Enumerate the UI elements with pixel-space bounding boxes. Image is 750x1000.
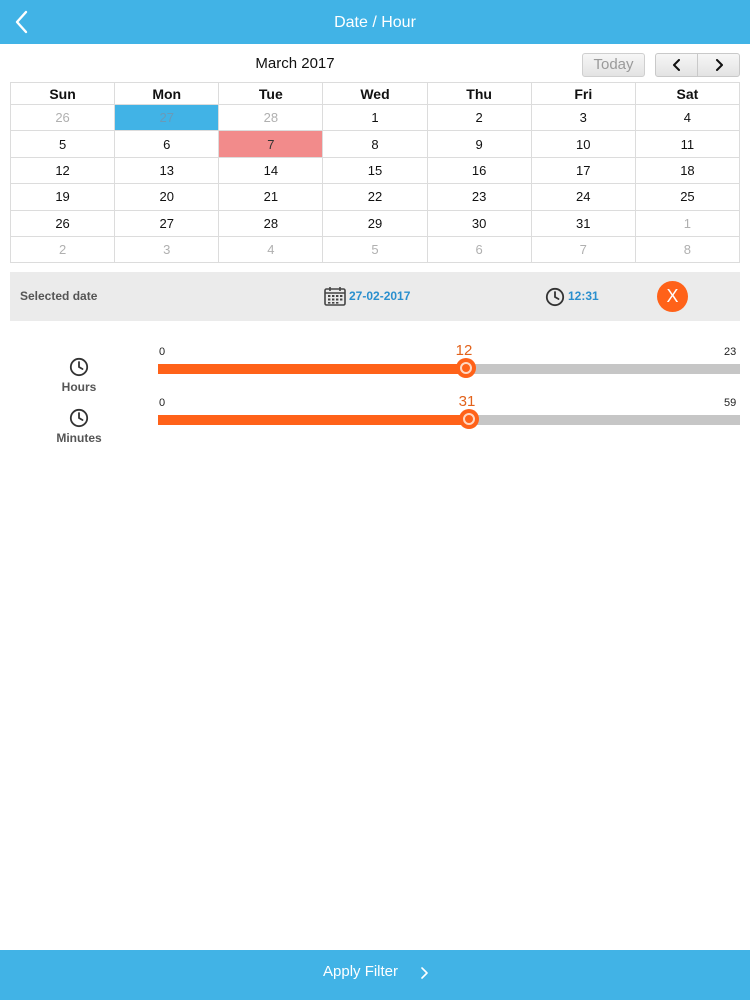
calendar-day[interactable]: 18 (634, 156, 741, 185)
calendar-day[interactable]: 14 (218, 156, 324, 185)
calendar-day[interactable]: 13 (114, 156, 220, 185)
calendar-day[interactable]: 29 (322, 209, 428, 237)
calendar-day-selected[interactable]: 27 (114, 103, 220, 132)
calendar-day[interactable]: 3 (530, 103, 636, 132)
calendar-day[interactable]: 25 (634, 183, 741, 211)
calendar-day[interactable]: 7 (530, 235, 636, 264)
calendar-day[interactable]: 6 (426, 235, 532, 264)
calendar-day[interactable]: 19 (9, 183, 116, 211)
calendar-day[interactable]: 22 (322, 183, 428, 211)
hours-label: Hours (61, 380, 97, 394)
clock-icon (69, 357, 89, 382)
calendar-day[interactable]: 26 (9, 209, 116, 237)
calendar-day[interactable]: 26 (9, 103, 116, 132)
minutes-label: Minutes (56, 431, 102, 445)
calendar-day[interactable]: 5 (9, 130, 116, 158)
month-navigation (655, 53, 740, 77)
calendar-day[interactable]: 2 (426, 103, 532, 132)
weekday-thu: Thu (426, 82, 532, 105)
hours-slider-thumb[interactable] (456, 358, 476, 378)
calendar-day[interactable]: 23 (426, 183, 532, 211)
clock-icon (69, 408, 89, 433)
hours-min-label: 0 (159, 346, 166, 358)
minutes-slider[interactable] (158, 409, 740, 429)
calendar-day[interactable]: 1 (322, 103, 428, 132)
calendar-day[interactable]: 20 (114, 183, 220, 211)
previous-month-button[interactable] (656, 54, 698, 76)
apply-filter-button[interactable]: Apply Filter (0, 950, 750, 1000)
calendar-grid: Sun Mon Tue Wed Thu Fri Sat 26 27 28 1 2… (9, 82, 741, 264)
calendar-day[interactable]: 24 (530, 183, 636, 211)
minutes-slider-fill (158, 415, 469, 425)
calendar-day[interactable]: 8 (322, 130, 428, 158)
selected-date-label: Selected date (20, 289, 98, 303)
hours-slider-fill (158, 364, 466, 374)
hours-max-label: 23 (724, 346, 737, 358)
hours-slider[interactable] (158, 358, 740, 378)
calendar-week-row: 19 20 21 22 23 24 25 (9, 183, 741, 211)
today-button[interactable]: Today (582, 53, 645, 77)
calendar-day[interactable]: 2 (9, 235, 116, 264)
calendar-day[interactable]: 4 (634, 103, 741, 132)
weekday-mon: Mon (114, 82, 220, 105)
calendar-week-row: 5 6 7 8 9 10 11 (9, 130, 741, 158)
selected-date-value: 27-02-2017 (349, 289, 411, 303)
calendar-day[interactable]: 3 (114, 235, 220, 264)
calendar-day[interactable]: 6 (114, 130, 220, 158)
selected-date-bar: Selected date 27-02-2017 12:31 X (10, 272, 740, 321)
calendar-day[interactable]: 31 (530, 209, 636, 237)
calendar-day[interactable]: 4 (218, 235, 324, 264)
chevron-right-icon (419, 966, 429, 984)
calendar-week-row: 12 13 14 15 16 17 18 (9, 156, 741, 185)
clock-icon (545, 287, 565, 312)
calendar-week-row: 26 27 28 1 2 3 4 (9, 103, 741, 132)
hours-value-label: 12 (455, 342, 473, 359)
minutes-slider-thumb[interactable] (459, 409, 479, 429)
weekday-tue: Tue (218, 82, 324, 105)
minutes-min-label: 0 (159, 397, 166, 409)
minutes-value-label: 31 (458, 393, 476, 410)
calendar-day[interactable]: 10 (530, 130, 636, 158)
calendar-day[interactable]: 17 (530, 156, 636, 185)
chevron-left-icon (673, 59, 680, 71)
calendar-day[interactable]: 5 (322, 235, 428, 264)
page-title: Date / Hour (334, 14, 416, 31)
calendar-week-row: 2 3 4 5 6 7 8 (9, 235, 741, 264)
minutes-max-label: 59 (724, 397, 737, 409)
calendar-week-row: 26 27 28 29 30 31 1 (9, 209, 741, 237)
calendar-day[interactable]: 30 (426, 209, 532, 237)
weekday-fri: Fri (530, 82, 636, 105)
calendar-day[interactable]: 21 (218, 183, 324, 211)
calendar-day[interactable]: 16 (426, 156, 532, 185)
calendar-day[interactable]: 12 (9, 156, 116, 185)
calendar-day[interactable]: 8 (634, 235, 741, 264)
calendar-day-today[interactable]: 7 (218, 130, 324, 158)
clear-selection-button[interactable]: X (657, 281, 688, 312)
weekday-wed: Wed (322, 82, 428, 105)
weekday-sun: Sun (9, 82, 116, 105)
selected-time-value: 12:31 (568, 289, 599, 303)
calendar-day[interactable]: 27 (114, 209, 220, 237)
weekday-sat: Sat (634, 82, 741, 105)
calendar-icon (324, 286, 346, 311)
calendar-day[interactable]: 28 (218, 209, 324, 237)
calendar-day[interactable]: 15 (322, 156, 428, 185)
calendar-day[interactable]: 11 (634, 130, 741, 158)
chevron-right-icon (716, 59, 723, 71)
top-bar: Date / Hour (0, 0, 750, 44)
calendar-day[interactable]: 1 (634, 209, 741, 237)
calendar-day[interactable]: 9 (426, 130, 532, 158)
month-title: March 2017 (255, 55, 335, 72)
calendar-day[interactable]: 28 (218, 103, 324, 132)
apply-filter-label: Apply Filter (323, 963, 399, 980)
weekday-header-row: Sun Mon Tue Wed Thu Fri Sat (9, 82, 741, 105)
next-month-button[interactable] (698, 54, 739, 76)
